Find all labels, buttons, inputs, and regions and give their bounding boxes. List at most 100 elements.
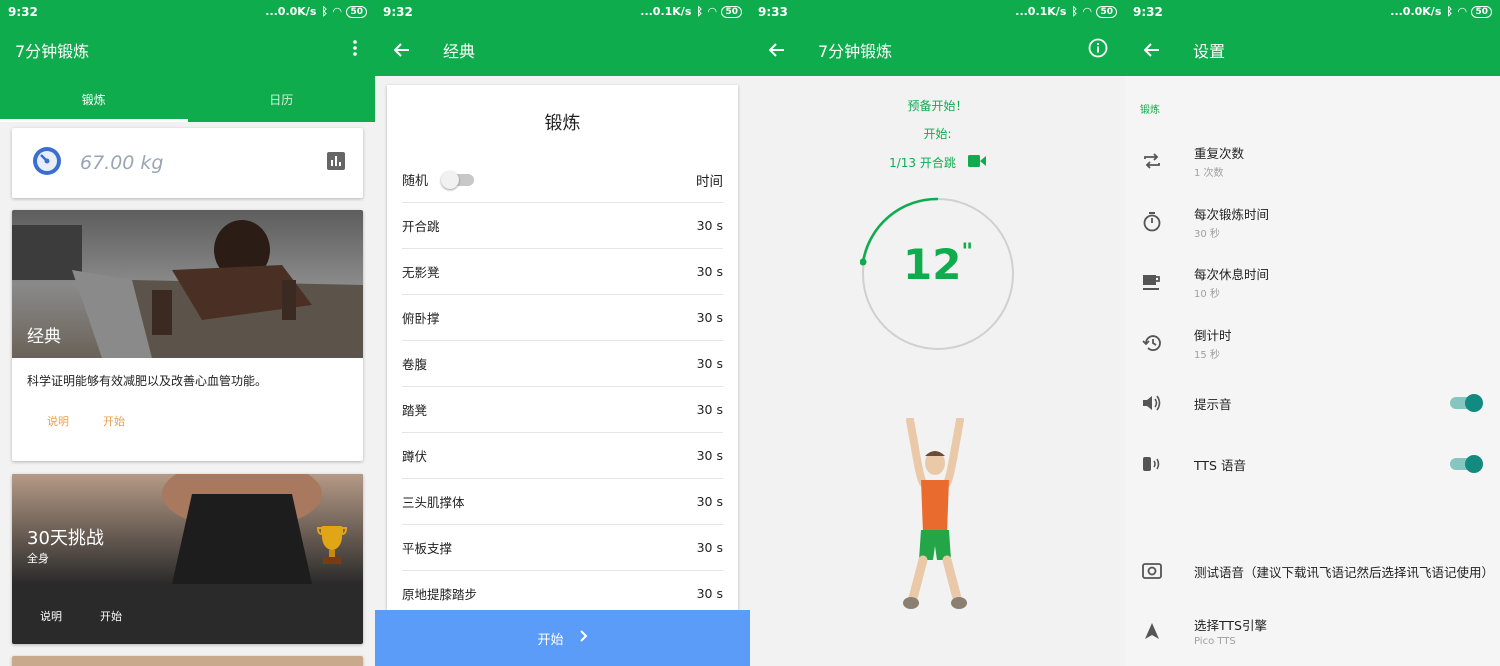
weight-card[interactable]: 67.00 kg bbox=[12, 128, 363, 198]
screen-home: 9:32 ...0.0K/s ᛒ ◠ 50 7分钟锻炼 锻炼 日历 67.00 … bbox=[0, 0, 375, 666]
tab-workout[interactable]: 锻炼 bbox=[0, 76, 188, 122]
setting-sound[interactable]: 提示音 bbox=[1125, 392, 1500, 414]
classic-start-button[interactable]: 开始 bbox=[103, 413, 125, 429]
page-title: 7分钟锻炼 bbox=[818, 41, 893, 61]
status-bar: 9:33 ...0.1K/s ᛒ ◠ 50 bbox=[750, 0, 1125, 23]
exercise-time: 30 s bbox=[696, 494, 723, 509]
battery-icon: 50 bbox=[346, 5, 367, 18]
tab-calendar[interactable]: 日历 bbox=[188, 76, 376, 122]
battery-icon: 50 bbox=[721, 5, 742, 18]
status-time: 9:32 bbox=[1133, 4, 1163, 19]
trophy-icon bbox=[316, 524, 348, 570]
setting-test-voice[interactable]: 测试语音（建议下载讯飞语记然后选择讯飞语记使用） bbox=[1125, 554, 1500, 588]
wifi-icon: ◠ bbox=[708, 5, 717, 18]
network-speed: ...0.1K/s bbox=[640, 5, 692, 18]
classic-workout-card[interactable]: 经典 科学证明能够有效减肥以及改善心血管功能。 说明 开始 bbox=[12, 210, 363, 461]
exercise-row[interactable]: 三头肌撑体 30 s bbox=[402, 479, 723, 525]
exercise-time: 30 s bbox=[696, 402, 723, 417]
classic-description: 科学证明能够有效减肥以及改善心血管功能。 bbox=[27, 374, 268, 388]
exercise-list-card: 锻炼 随机 时间 开合跳 30 s 无影凳 30 s 俯卧撑 30 s 卷腹 30 s 踏凳 30… bbox=[387, 85, 738, 625]
setting-value: 1 次数 bbox=[1194, 168, 1224, 179]
bluetooth-icon: ᛒ bbox=[1446, 5, 1453, 18]
exercise-name: 踏凳 bbox=[402, 403, 428, 418]
battery-icon: 50 bbox=[1471, 5, 1492, 18]
challenge-title: 30天挑战 bbox=[27, 528, 104, 549]
status-time: 9:33 bbox=[758, 4, 788, 19]
bar-chart-icon[interactable] bbox=[327, 152, 345, 174]
exercise-name: 三头肌撑体 bbox=[402, 495, 465, 510]
time-header: 时间 bbox=[696, 173, 723, 190]
coffee-icon bbox=[1125, 273, 1179, 291]
wifi-icon: ◠ bbox=[1083, 5, 1092, 18]
video-icon[interactable] bbox=[967, 155, 986, 170]
setting-label: 选择TTS引擎 bbox=[1194, 618, 1267, 633]
setting-rest-time[interactable]: 每次休息时间 10 秒 bbox=[1125, 265, 1500, 300]
test-voice-icon bbox=[1125, 562, 1179, 580]
speech-icon bbox=[1125, 455, 1179, 473]
setting-repeat[interactable]: 重复次数 1 次数 bbox=[1125, 144, 1500, 179]
start-workout-button[interactable]: 开始 bbox=[375, 610, 750, 666]
status-bar: 9:32 ...0.0K/s ᛒ ◠ 50 bbox=[0, 0, 375, 23]
exercise-row[interactable]: 踏凳 30 s bbox=[402, 387, 723, 433]
exercise-time: 30 s bbox=[696, 310, 723, 325]
exercise-name: 蹲伏 bbox=[402, 449, 428, 464]
volume-icon bbox=[1125, 394, 1179, 412]
app-bar: 7分钟锻炼 bbox=[0, 23, 375, 76]
challenge-info-button[interactable]: 说明 bbox=[40, 608, 62, 624]
exercise-name: 俯卧撑 bbox=[402, 311, 440, 326]
exercise-time: 30 s bbox=[696, 540, 723, 555]
setting-value: 30 秒 bbox=[1194, 229, 1220, 240]
section-label: 锻炼 bbox=[1140, 105, 1160, 116]
bluetooth-icon: ᛒ bbox=[696, 5, 703, 18]
setting-tts-engine[interactable]: 选择TTS引擎 Pico TTS bbox=[1125, 614, 1500, 648]
exercise-name: 平板支撑 bbox=[402, 541, 453, 556]
setting-label: 倒计时 bbox=[1194, 328, 1232, 343]
setting-value: Pico TTS bbox=[1194, 636, 1236, 647]
exercise-name: 卷腹 bbox=[402, 357, 428, 372]
tts-toggle[interactable] bbox=[1450, 455, 1483, 473]
challenge-start-button[interactable]: 开始 bbox=[100, 608, 122, 624]
stopwatch-icon bbox=[1125, 212, 1179, 232]
exercise-name: 原地提膝踏步 bbox=[402, 587, 478, 602]
overflow-menu-icon[interactable] bbox=[353, 39, 357, 60]
setting-exercise-time[interactable]: 每次锻炼时间 30 秒 bbox=[1125, 205, 1500, 240]
bluetooth-icon: ᛒ bbox=[1071, 5, 1078, 18]
jumping-jack-illustration bbox=[903, 418, 967, 609]
next-card-peek[interactable] bbox=[12, 656, 363, 666]
exercise-row[interactable]: 蹲伏 30 s bbox=[402, 433, 723, 479]
status-time: 9:32 bbox=[8, 4, 38, 19]
random-toggle[interactable] bbox=[441, 170, 475, 189]
back-arrow-icon[interactable] bbox=[750, 42, 804, 57]
exercise-row[interactable]: 平板支撑 30 s bbox=[402, 525, 723, 571]
setting-tts[interactable]: TTS 语音 bbox=[1125, 453, 1500, 475]
exercise-time: 30 s bbox=[696, 448, 723, 463]
seconds-mark: " bbox=[961, 240, 973, 265]
back-arrow-icon[interactable] bbox=[375, 42, 429, 57]
back-arrow-icon[interactable] bbox=[1125, 42, 1179, 57]
random-row: 随机 时间 bbox=[402, 157, 723, 203]
setting-countdown[interactable]: 倒计时 15 秒 bbox=[1125, 326, 1500, 361]
weight-value: 67.00 kg bbox=[80, 152, 164, 174]
classic-info-button[interactable]: 说明 bbox=[47, 413, 69, 429]
wifi-icon: ◠ bbox=[1458, 5, 1467, 18]
setting-label: TTS 语音 bbox=[1194, 457, 1246, 473]
history-icon bbox=[1125, 334, 1179, 352]
exercise-time: 30 s bbox=[696, 218, 723, 233]
network-speed: ...0.0K/s bbox=[1390, 5, 1442, 18]
setting-value: 10 秒 bbox=[1194, 289, 1220, 300]
info-icon[interactable] bbox=[1088, 38, 1108, 62]
exercise-time: 30 s bbox=[696, 264, 723, 279]
exercise-row[interactable]: 卷腹 30 s bbox=[402, 341, 723, 387]
repeat-icon bbox=[1125, 152, 1179, 170]
exercise-row[interactable]: 俯卧撑 30 s bbox=[402, 295, 723, 341]
app-bar: 7分钟锻炼 bbox=[750, 23, 1125, 76]
exercise-row[interactable]: 无影凳 30 s bbox=[402, 249, 723, 295]
challenge-card[interactable]: 30天挑战 全身 说明 开始 bbox=[12, 474, 363, 644]
countdown-display: 12" bbox=[860, 240, 1016, 289]
random-label: 随机 bbox=[402, 174, 429, 189]
sound-toggle[interactable] bbox=[1450, 394, 1483, 412]
screen-settings: 9:32 ...0.0K/s ᛒ ◠ 50 设置 锻炼 重复次数 1 次数 每次锻… bbox=[1125, 0, 1500, 666]
page-title: 设置 bbox=[1193, 41, 1226, 61]
battery-icon: 50 bbox=[1096, 5, 1117, 18]
exercise-row[interactable]: 开合跳 30 s bbox=[402, 203, 723, 249]
